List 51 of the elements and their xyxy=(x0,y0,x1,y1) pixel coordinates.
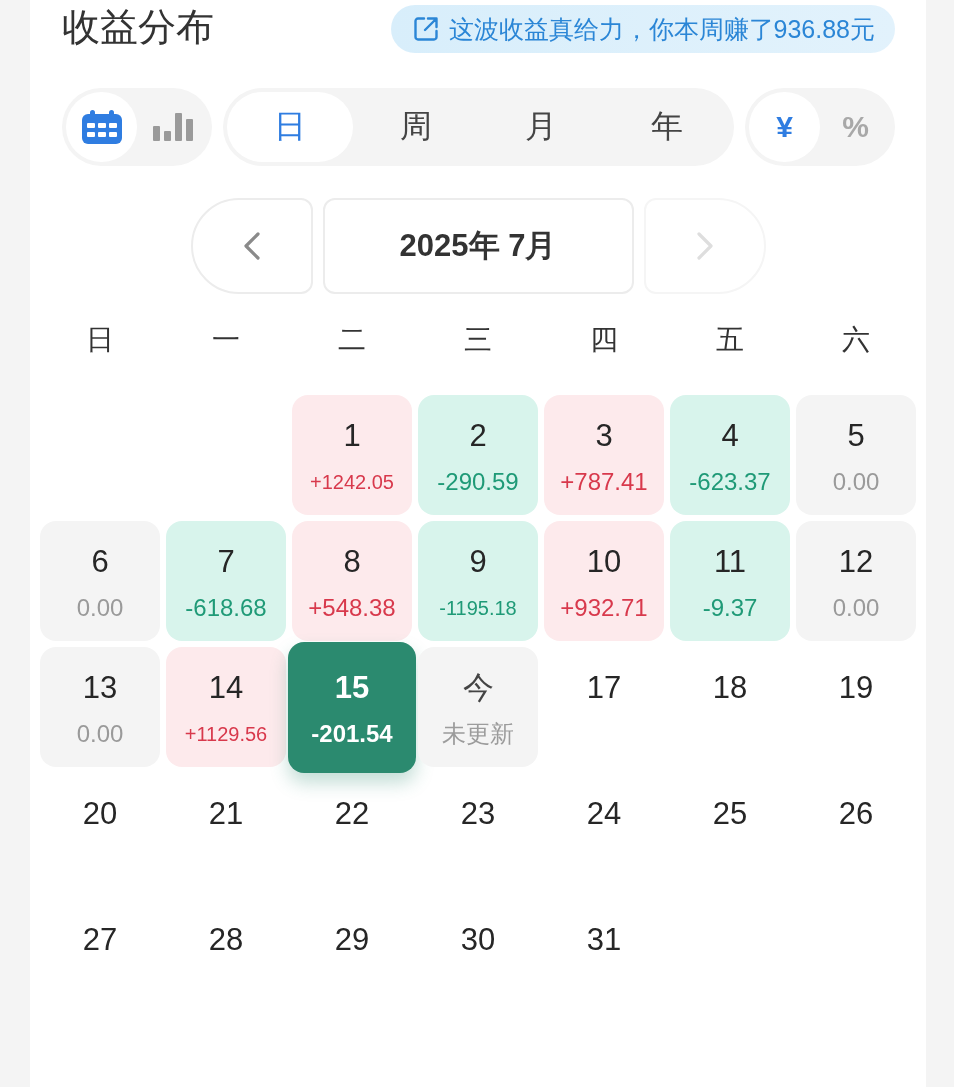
unit-tab[interactable]: ¥ xyxy=(749,92,820,162)
weekday-label: 五 xyxy=(715,323,745,357)
calendar-day[interactable]: 31 xyxy=(544,899,664,1019)
calendar-day[interactable]: 5 0.00 xyxy=(796,395,916,515)
period-tab[interactable]: 周 xyxy=(352,92,479,162)
calendar-day[interactable]: 27 xyxy=(40,899,160,1019)
calendar-day[interactable]: 20 xyxy=(40,773,160,893)
calendar-day[interactable]: 24 xyxy=(544,773,664,893)
calendar-day[interactable]: 25 xyxy=(670,773,790,893)
calendar-day[interactable]: 9 -1195.18 xyxy=(418,521,538,641)
period-tab[interactable]: 年 xyxy=(604,92,730,162)
month-label[interactable]: 2025年 7月 xyxy=(322,198,634,294)
calendar-day[interactable]: 21 xyxy=(166,773,286,893)
calendar-view-button[interactable] xyxy=(66,92,137,162)
calendar-day[interactable]: 14 +1129.56 xyxy=(166,647,286,767)
calendar-day[interactable]: 8 +548.38 xyxy=(292,521,412,641)
calendar-day[interactable]: 18 xyxy=(670,647,790,767)
weekday-label: 四 xyxy=(589,323,619,357)
bar-chart-icon xyxy=(152,113,193,141)
weekday-label: 三 xyxy=(463,323,493,357)
chevron-left-icon xyxy=(243,232,260,260)
calendar-day[interactable]: 30 xyxy=(418,899,538,1019)
weekday-label: 一 xyxy=(211,323,241,357)
calendar-day[interactable]: 19 xyxy=(796,647,916,767)
calendar-day[interactable]: 2 -290.59 xyxy=(418,395,538,515)
calendar-day[interactable]: 23 xyxy=(418,773,538,893)
calendar-day[interactable]: 15 -201.54 xyxy=(288,642,416,773)
calendar-day[interactable]: 29 xyxy=(292,899,412,1019)
calendar-day[interactable]: 26 xyxy=(796,773,916,893)
calendar-day[interactable]: 今 未更新 xyxy=(418,647,538,767)
period-tab[interactable]: 日 xyxy=(227,92,353,162)
calendar-day[interactable]: 3 +787.41 xyxy=(544,395,664,515)
section-title: 收益分布 xyxy=(62,5,214,50)
weekday-label: 二 xyxy=(337,323,367,357)
weekday-label: 六 xyxy=(841,323,871,357)
calendar-day[interactable]: 12 0.00 xyxy=(796,521,916,641)
calendar-day[interactable]: 22 xyxy=(292,773,412,893)
calendar-day[interactable]: 7 -618.68 xyxy=(166,521,286,641)
weekday-label: 日 xyxy=(85,323,115,357)
calendar-day[interactable]: 17 xyxy=(544,647,664,767)
external-link-icon xyxy=(412,16,439,42)
calendar-day[interactable]: 6 0.00 xyxy=(40,521,160,641)
period-tab[interactable]: 月 xyxy=(478,92,605,162)
calendar-day[interactable]: 10 +932.71 xyxy=(544,521,664,641)
calendar-icon xyxy=(81,110,122,144)
calendar-day[interactable]: 4 -623.37 xyxy=(670,395,790,515)
calendar-day[interactable]: 11 -9.37 xyxy=(670,521,790,641)
calendar-day[interactable]: 13 0.00 xyxy=(40,647,160,767)
chevron-right-icon xyxy=(696,232,713,260)
calendar-day[interactable]: 1 +1242.05 xyxy=(292,395,412,515)
calendar-day[interactable]: 28 xyxy=(166,899,286,1019)
